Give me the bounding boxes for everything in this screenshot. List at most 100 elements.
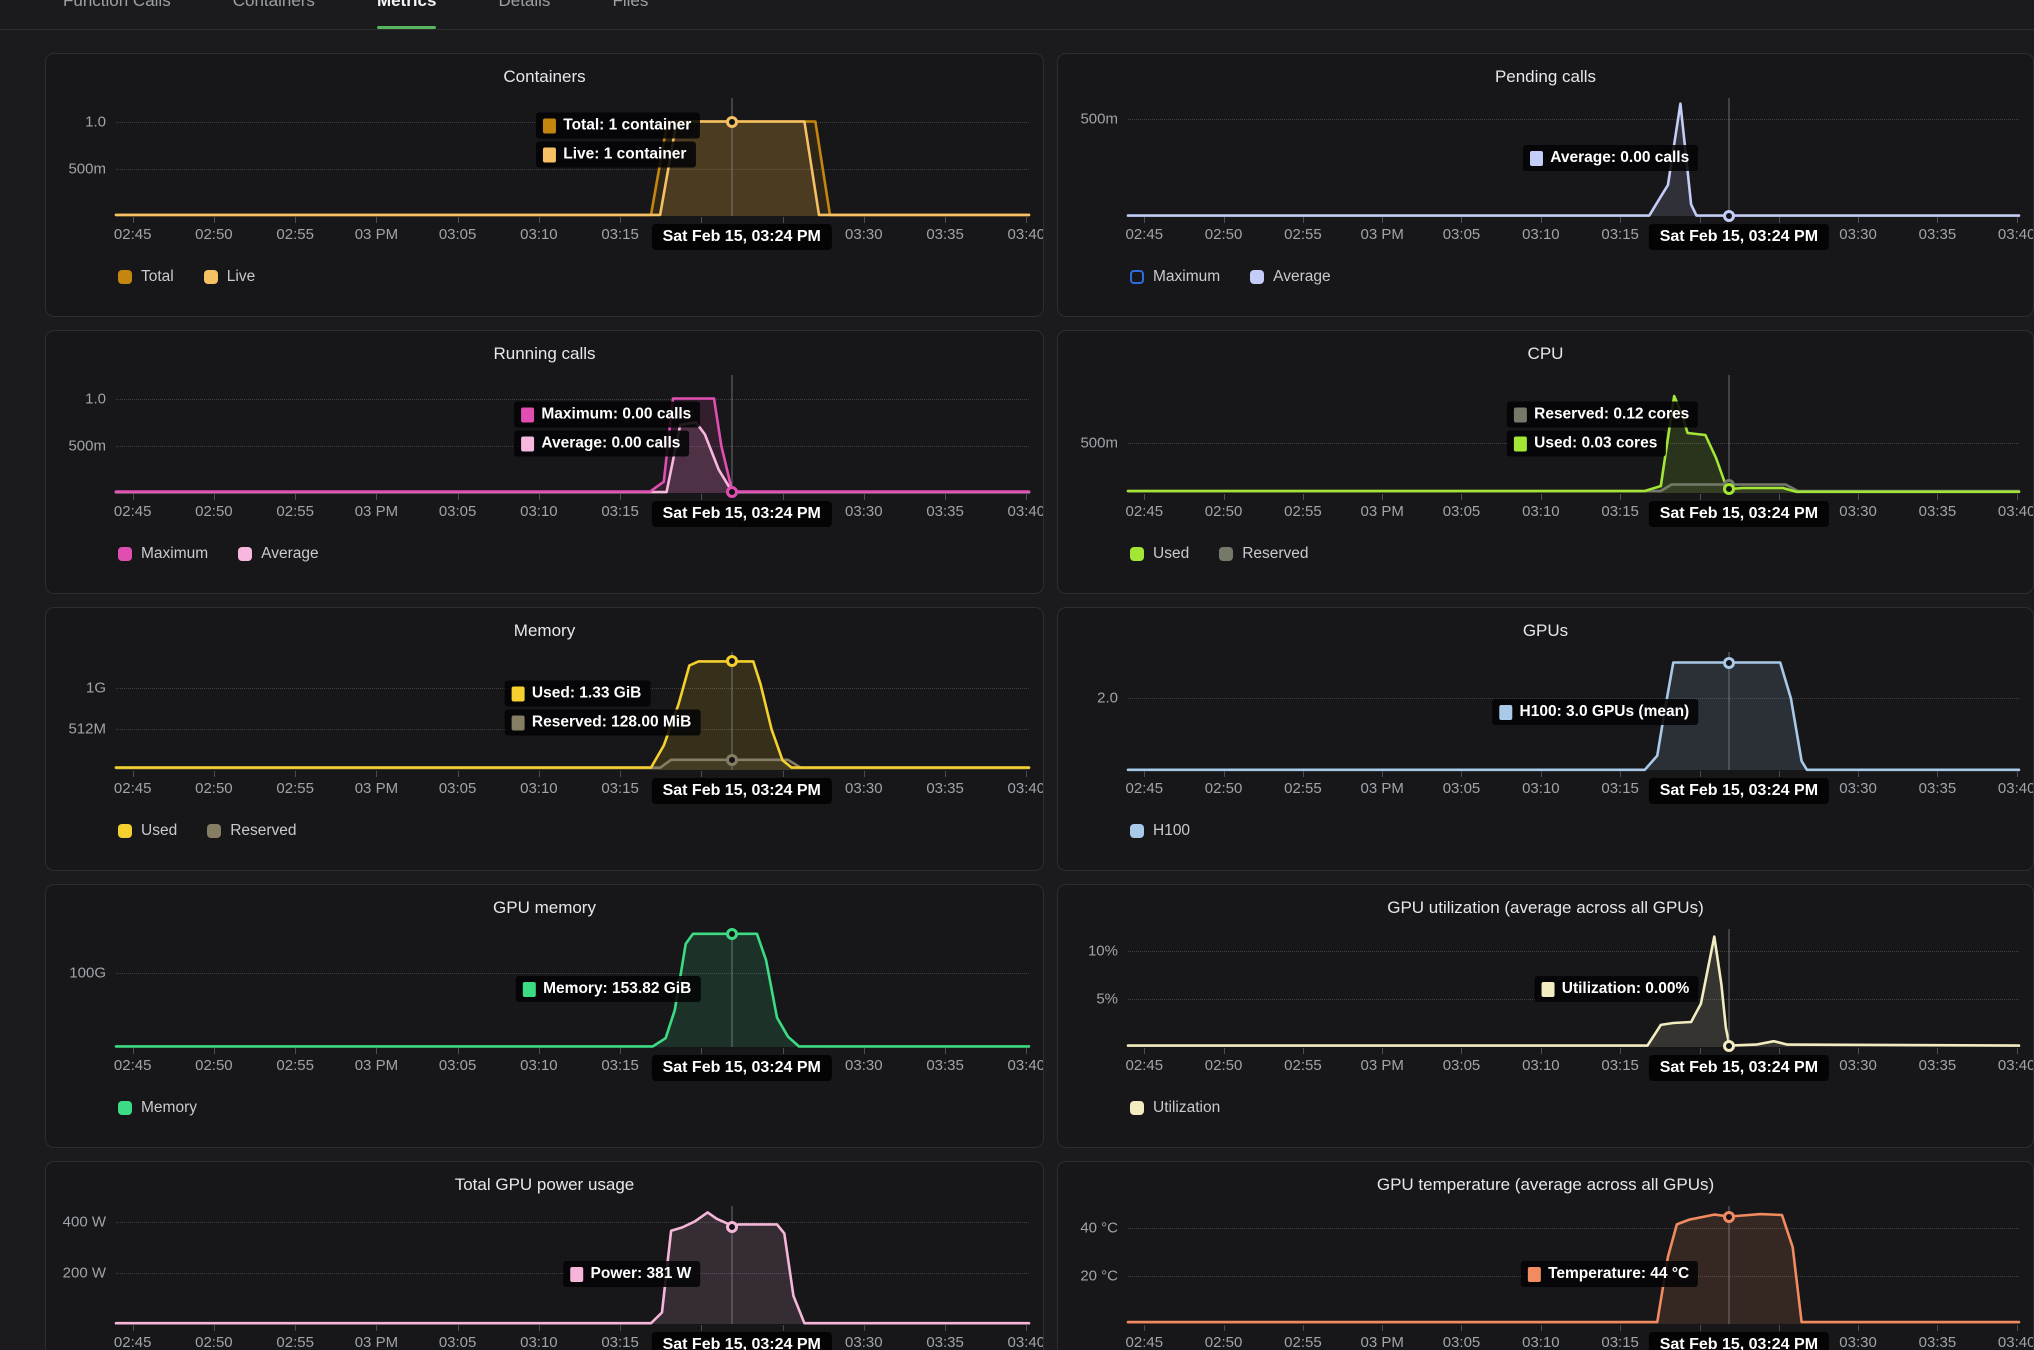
plot-area[interactable]: Power: 381 W: [116, 1204, 1029, 1324]
x-axis-label: 03:35: [926, 226, 964, 243]
x-axis-label: 02:50: [195, 780, 233, 797]
tooltip-text: Average: 0.00 calls: [1550, 149, 1689, 167]
x-tick-strip: [116, 216, 1043, 223]
plot-area[interactable]: Used: 1.33 GiBReserved: 128.00 MiB: [116, 650, 1029, 770]
chart-tooltip: Reserved: 0.12 coresUsed: 0.03 cores: [1507, 402, 1698, 457]
plot-area[interactable]: Utilization: 0.00%: [1128, 927, 2019, 1047]
x-axis: 02:4502:5002:5503 PM03:0503:1003:1503:20…: [116, 777, 1043, 801]
x-axis-label: 03:15: [601, 503, 639, 520]
chart-legend: Maximum Average: [118, 545, 1043, 563]
x-axis-label: 03:35: [1919, 503, 1957, 520]
legend-label: H100: [1153, 822, 1190, 840]
chart-legend: Used Reserved: [1130, 545, 2033, 563]
legend-swatch: [1219, 547, 1233, 561]
plot-area[interactable]: Total: 1 containerLive: 1 container: [116, 96, 1029, 216]
legend-item-memory[interactable]: Memory: [118, 1099, 197, 1117]
legend-swatch: [118, 270, 132, 284]
chart-title: GPU memory: [46, 898, 1043, 918]
chart-tooltip: Average: 0.00 calls: [1523, 145, 1698, 171]
chart-legend: Total Live: [118, 268, 1043, 286]
plot-area[interactable]: Reserved: 0.12 coresUsed: 0.03 cores: [1128, 373, 2019, 493]
legend-item-live[interactable]: Live: [204, 268, 255, 286]
tab-details[interactable]: Details: [498, 0, 550, 29]
legend-item-total[interactable]: Total: [118, 268, 174, 286]
tooltip-swatch: [1514, 436, 1527, 451]
legend-item-maximum[interactable]: Maximum: [118, 545, 208, 563]
x-axis-label: 02:55: [1284, 780, 1322, 797]
plot-area[interactable]: H100: 3.0 GPUs (mean): [1128, 650, 2019, 770]
x-axis-label: 03:15: [1601, 1334, 1639, 1350]
y-axis-label: 40 °C: [1080, 1220, 1118, 1237]
legend-item-used[interactable]: Used: [118, 822, 177, 840]
tooltip-swatch: [512, 686, 525, 701]
plot-area[interactable]: Memory: 153.82 GiB: [116, 927, 1029, 1047]
legend-item-reserved[interactable]: Reserved: [207, 822, 296, 840]
y-axis-label: 10%: [1088, 943, 1118, 960]
y-axis-label: 400 W: [63, 1213, 106, 1230]
x-axis-label: 03:40: [1008, 780, 1044, 797]
active-tab-underline: [377, 26, 437, 29]
x-axis-label: 02:45: [114, 226, 152, 243]
x-axis-label: 02:45: [114, 1334, 152, 1350]
x-axis-label: 02:55: [1284, 226, 1322, 243]
plot-area[interactable]: Average: 0.00 calls: [1128, 96, 2019, 216]
x-axis-label: 03:05: [1443, 780, 1481, 797]
x-axis-label: 02:50: [1205, 780, 1243, 797]
chart-title: Running calls: [46, 344, 1043, 364]
chart-tooltip: H100: 3.0 GPUs (mean): [1493, 699, 1699, 725]
legend-swatch: [1130, 547, 1144, 561]
legend-item-h100[interactable]: H100: [1130, 822, 1190, 840]
legend-swatch: [118, 824, 132, 838]
tab-metrics[interactable]: Metrics: [377, 0, 437, 29]
x-tick-strip: [1128, 493, 2033, 500]
y-axis-label: 500m: [1080, 435, 1118, 452]
legend-item-maximum[interactable]: Maximum: [1130, 268, 1220, 286]
legend-label: Reserved: [1242, 545, 1308, 563]
legend-item-utilization[interactable]: Utilization: [1130, 1099, 1220, 1117]
x-axis: 02:4502:5002:5503 PM03:0503:1003:1503:20…: [1128, 777, 2033, 801]
legend-item-average[interactable]: Average: [1250, 268, 1330, 286]
legend-swatch: [118, 547, 132, 561]
x-axis-label: 03:05: [439, 226, 477, 243]
tooltip-row: Total: 1 container: [536, 113, 700, 139]
x-axis-label: 03:40: [1998, 780, 2034, 797]
x-axis-label: 03:35: [926, 1334, 964, 1350]
chart-card-containers: Containers 1.0500m Total: 1 containerLiv…: [45, 53, 1044, 317]
legend-swatch: [238, 547, 252, 561]
x-axis-label: 03:40: [1998, 503, 2034, 520]
x-axis-label: 03:30: [1839, 1057, 1877, 1074]
hover-marker: [726, 655, 738, 667]
x-axis-label: 02:45: [1126, 1334, 1164, 1350]
legend-item-average[interactable]: Average: [238, 545, 318, 563]
y-axis-label: 200 W: [63, 1264, 106, 1281]
tab-function-calls[interactable]: Function Calls: [63, 0, 171, 29]
tab-files[interactable]: Files: [612, 0, 648, 29]
x-tick-strip: [116, 770, 1043, 777]
legend-swatch: [1130, 1101, 1144, 1115]
legend-item-used[interactable]: Used: [1130, 545, 1189, 563]
x-axis-label: 03:05: [1443, 226, 1481, 243]
tab-label: Files: [612, 0, 648, 11]
x-axis-label: 02:50: [195, 226, 233, 243]
chart-tooltip: Temperature: 44 °C: [1521, 1261, 1698, 1287]
crosshair-line: [732, 375, 733, 493]
tooltip-date-label: Sat Feb 15, 03:24 PM: [1649, 1055, 1829, 1081]
tooltip-row: Reserved: 128.00 MiB: [505, 710, 700, 736]
y-axis: 2.0: [1058, 650, 1128, 770]
y-axis: 500m: [1058, 96, 1128, 216]
chart-tooltip: Memory: 153.82 GiB: [516, 976, 700, 1002]
x-axis-label: 02:50: [195, 503, 233, 520]
chart-title: Memory: [46, 621, 1043, 641]
x-axis-label: 03:30: [1839, 780, 1877, 797]
plot-area[interactable]: Temperature: 44 °C: [1128, 1204, 2019, 1324]
x-axis-label: 02:50: [1205, 1057, 1243, 1074]
tooltip-text: Utilization: 0.00%: [1562, 980, 1689, 998]
x-axis-label: 03:40: [1008, 503, 1044, 520]
chart-title: Total GPU power usage: [46, 1175, 1043, 1195]
tab-containers[interactable]: Containers: [233, 0, 315, 29]
plot-area[interactable]: Maximum: 0.00 callsAverage: 0.00 calls: [116, 373, 1029, 493]
crosshair-line: [732, 652, 733, 770]
x-axis-label: 03 PM: [355, 226, 398, 243]
x-axis-label: 02:45: [114, 780, 152, 797]
legend-item-reserved[interactable]: Reserved: [1219, 545, 1308, 563]
